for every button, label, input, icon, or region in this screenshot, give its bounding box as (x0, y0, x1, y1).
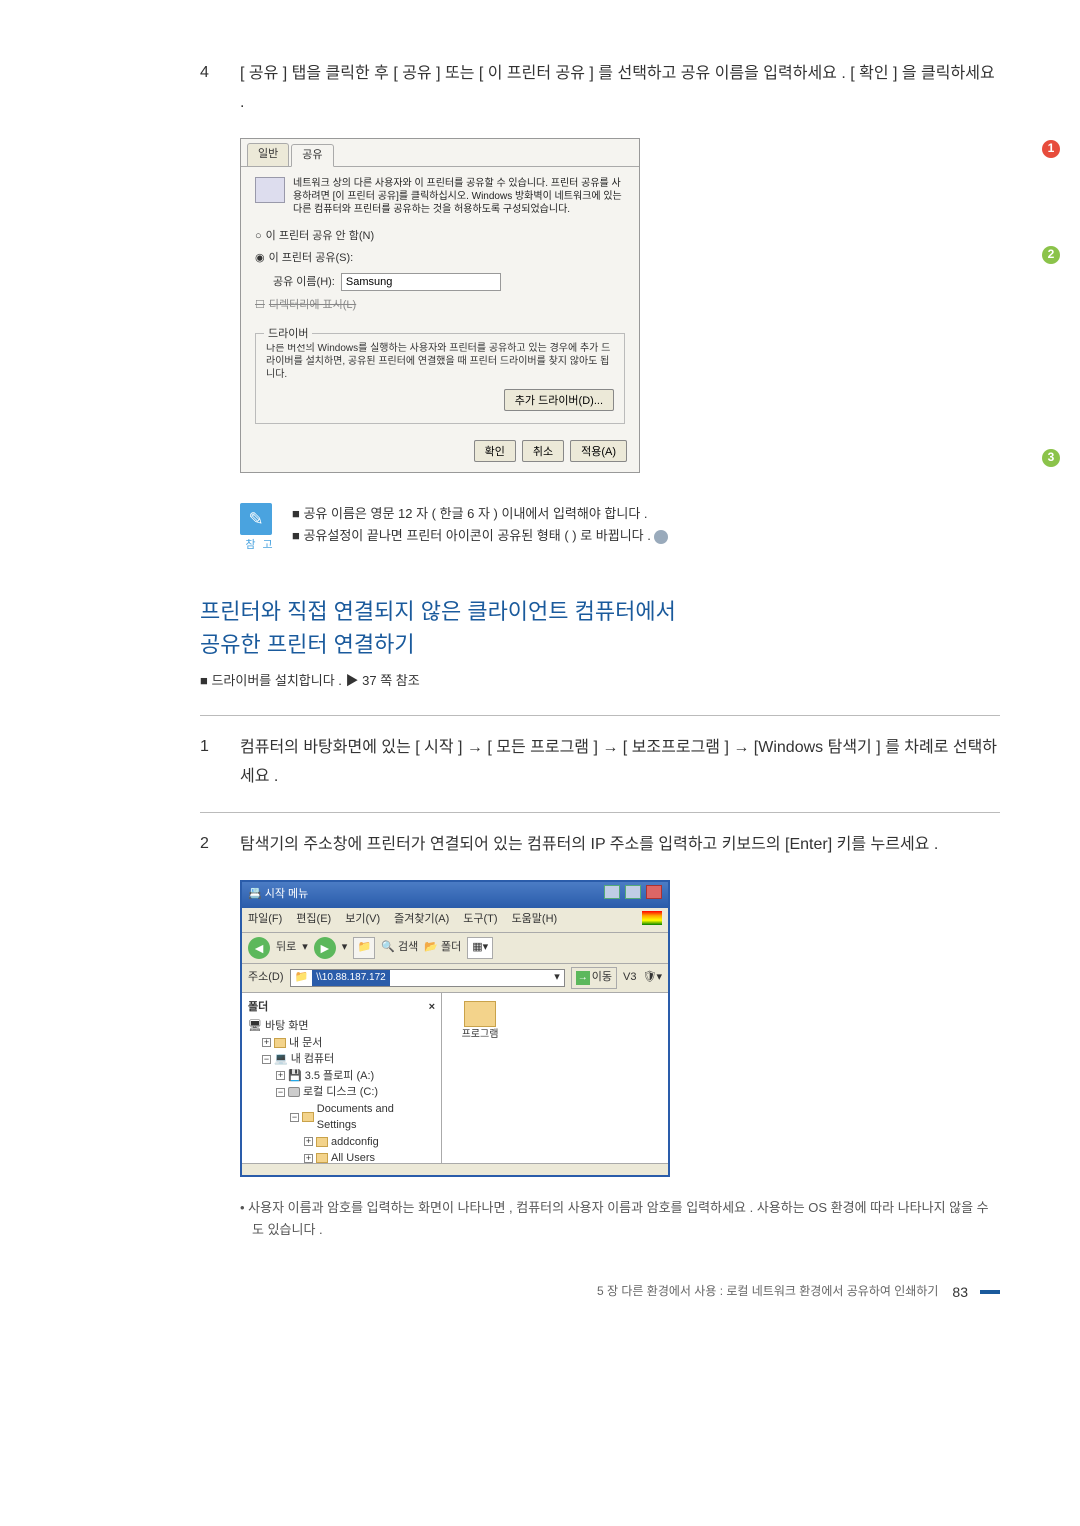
explorer-title-text: 시작 메뉴 (265, 888, 309, 900)
explorer-titlebar: 📇 시작 메뉴 (242, 882, 668, 909)
step-number: 4 (200, 60, 220, 118)
separator (200, 812, 1000, 813)
back-button[interactable]: ◄ (248, 937, 270, 959)
views-button[interactable]: ▦▾ (467, 937, 493, 959)
callout-3: 3 (1042, 449, 1060, 467)
tree-mydocs[interactable]: +내 문서 (262, 1035, 435, 1052)
explorer-window: 📇 시작 메뉴 파일(F) 편집(E) 보기(V) 즐겨찾기(A) 도구(T) … (240, 880, 670, 1177)
tree-close-icon[interactable]: × (429, 999, 435, 1017)
menu-favorites[interactable]: 즐겨찾기(A) (394, 911, 449, 929)
tree-mycomputer[interactable]: −💻내 컴퓨터 (262, 1051, 435, 1068)
footer-chapter: 5 장 다른 환경에서 사용 : 로컬 네트워크 환경에서 공유하여 인쇄하기 (597, 1282, 938, 1301)
menu-tools[interactable]: 도구(T) (463, 911, 497, 929)
tree-addconfig[interactable]: +addconfig (304, 1134, 435, 1151)
step-text: 탐색기의 주소창에 프린터가 연결되어 있는 컴퓨터의 IP 주소를 입력하고 … (240, 831, 1000, 860)
menu-view[interactable]: 보기(V) (345, 911, 380, 929)
menu-help[interactable]: 도움말(H) (512, 911, 558, 929)
address-value: \\10.88.187.172 (312, 970, 390, 986)
menu-edit[interactable]: 편집(E) (296, 911, 331, 929)
step-number: 2 (200, 831, 220, 860)
folder-label: 프로그램 (462, 1027, 499, 1043)
minimize-button[interactable] (604, 885, 620, 899)
section-subnote: 드라이버를 설치합니다 . ▶ 37 쪽 참조 (200, 671, 1000, 692)
explorer-toolbar: ◄ 뒤로 ▾ ► ▾ 📁 🔍 검색 📂 폴더 ▦▾ (242, 933, 668, 964)
printer-properties-dialog: 일반 공유 네트워크 상의 다른 사용자와 이 프린터를 공유할 수 있습니다.… (240, 138, 640, 473)
menu-file[interactable]: 파일(F) (248, 911, 282, 929)
tree-local-disk[interactable]: −로컬 디스크 (C:) (276, 1084, 435, 1101)
additional-drivers-button[interactable]: 추가 드라이버(D)... (504, 389, 614, 411)
step-1: 1 컴퓨터의 바탕화면에 있는 [ 시작 ] → [ 모든 프로그램 ] → [… (200, 734, 1000, 792)
address-label: 주소(D) (248, 969, 284, 987)
page-footer: 5 장 다른 환경에서 사용 : 로컬 네트워크 환경에서 공유하여 인쇄하기 … (200, 1281, 1000, 1303)
search-button[interactable]: 🔍 검색 (381, 939, 418, 957)
note-icon: ✎ 참 고 (240, 503, 280, 555)
driver-group-title: 드라이버 (264, 326, 312, 344)
maximize-button[interactable] (625, 885, 641, 899)
tree-docsettings[interactable]: −Documents and Settings (290, 1101, 435, 1134)
v3-label: V3 (623, 969, 636, 987)
explorer-tree-pane: 폴더 × 🖥 바탕 화면 +내 문서 −💻내 컴퓨터 +💾3.5 플로피 (A:)… (242, 993, 442, 1163)
tree-header: 폴더 (248, 999, 268, 1017)
step-text: 컴퓨터의 바탕화면에 있는 [ 시작 ] → [ 모든 프로그램 ] → [ 보… (240, 734, 1000, 792)
go-button[interactable]: →이동 (571, 967, 617, 989)
share-description: 네트워크 상의 다른 사용자와 이 프린터를 공유할 수 있습니다. 프린터 공… (293, 177, 625, 216)
callout-2: 2 (1042, 246, 1060, 264)
tab-general[interactable]: 일반 (247, 143, 289, 167)
folder-icon (464, 1001, 496, 1027)
driver-group: 드라이버 다른 버전의 Windows를 실행하는 사용자와 프린터를 공유하고… (255, 333, 625, 424)
radio-no-share-label: 이 프린터 공유 안 함(N) (266, 228, 374, 246)
explorer-menubar: 파일(F) 편집(E) 보기(V) 즐겨찾기(A) 도구(T) 도움말(H) (242, 908, 668, 933)
step-text: [ 공유 ] 탭을 클릭한 후 [ 공유 ] 또는 [ 이 프린터 공유 ] 를… (240, 60, 1000, 118)
printer-icon (255, 177, 285, 203)
section-heading: 프린터와 직접 연결되지 않은 클라이언트 컴퓨터에서 공유한 프린터 연결하기 (200, 595, 1000, 661)
step-number: 1 (200, 734, 220, 792)
share-dialog-figure: 일반 공유 네트워크 상의 다른 사용자와 이 프린터를 공유할 수 있습니다.… (240, 138, 1000, 473)
dialog-tabs: 일반 공유 (241, 139, 639, 168)
tree-desktop[interactable]: 🖥 바탕 화면 (248, 1018, 435, 1035)
note-line-1: 공유 이름은 영문 12 자 ( 한글 6 자 ) 이내에서 입력해야 합니다 … (292, 503, 668, 525)
note-line-2: 공유설정이 끝나면 프린터 아이콘이 공유된 형태 ( ) 로 바뀝니다 . (292, 525, 668, 547)
windows-flag-icon (642, 911, 662, 925)
tab-share[interactable]: 공유 (291, 144, 333, 168)
apply-button[interactable]: 적용(A) (570, 440, 627, 462)
share-name-label: 공유 이름(H): (273, 274, 335, 292)
tree-allusers[interactable]: +All Users (304, 1150, 435, 1162)
ok-button[interactable]: 확인 (474, 440, 516, 462)
explorer-scrollbar[interactable] (242, 1163, 668, 1175)
step-4: 4 [ 공유 ] 탭을 클릭한 후 [ 공유 ] 또는 [ 이 프린터 공유 ]… (200, 60, 1000, 118)
share-name-input[interactable] (341, 273, 501, 291)
callout-1: 1 (1042, 140, 1060, 158)
explorer-addressbar: 주소(D) 📁\\10.88.187.172 ▾ →이동 V3 🛡▾ (242, 964, 668, 993)
window-buttons (602, 885, 662, 906)
note-label: 참 고 (240, 537, 280, 555)
note-symbol-icon: ✎ (240, 503, 272, 535)
back-label: 뒤로 (276, 939, 296, 957)
step2-note: 사용자 이름과 암호를 입력하는 화면이 나타나면 , 컴퓨터의 사용자 이름과… (240, 1197, 1000, 1241)
directory-listing-option: ☐디렉터리에 표시(L) (255, 297, 625, 315)
tree-floppy[interactable]: +💾3.5 플로피 (A:) (276, 1068, 435, 1085)
driver-text: 다른 버전의 Windows를 실행하는 사용자와 프린터를 공유하고 있는 경… (266, 342, 614, 381)
footer-page-number: 83 (952, 1281, 968, 1303)
separator (200, 715, 1000, 716)
forward-button[interactable]: ► (314, 937, 336, 959)
address-input[interactable]: 📁\\10.88.187.172 ▾ (290, 969, 565, 987)
footer-accent-bar (980, 1290, 1000, 1294)
radio-no-share[interactable]: ○이 프린터 공유 안 함(N) (255, 228, 625, 246)
step-2: 2 탐색기의 주소창에 프린터가 연결되어 있는 컴퓨터의 IP 주소를 입력하… (200, 831, 1000, 860)
folders-button[interactable]: 📂 폴더 (424, 939, 461, 957)
folder-item-programs[interactable]: 프로그램 (450, 1001, 510, 1043)
note-box: ✎ 참 고 공유 이름은 영문 12 자 ( 한글 6 자 ) 이내에서 입력해… (240, 503, 1000, 555)
up-button[interactable]: 📁 (353, 937, 375, 959)
close-button[interactable] (646, 885, 662, 899)
radio-share-label: 이 프린터 공유(S): (269, 250, 354, 268)
explorer-content-pane: 프로그램 (442, 993, 668, 1163)
radio-share-printer[interactable]: ◉이 프린터 공유(S): (255, 250, 625, 268)
shared-printer-icon (654, 530, 668, 544)
cancel-button[interactable]: 취소 (522, 440, 564, 462)
